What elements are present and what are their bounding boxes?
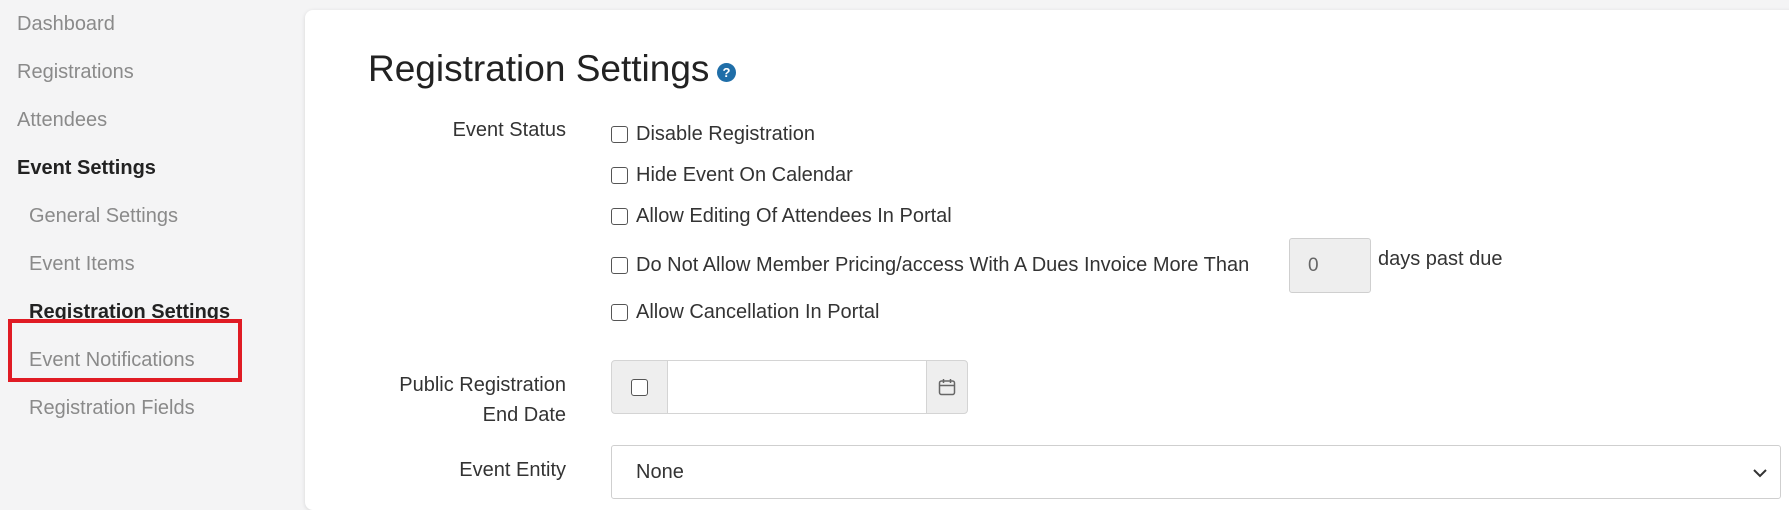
end-date-enable-addon[interactable] <box>611 360 668 414</box>
member-pricing-option[interactable]: Do Not Allow Member Pricing/access With … <box>611 254 1249 277</box>
question-circle-icon[interactable]: ? <box>717 63 736 82</box>
event-entity-value: None <box>636 461 684 483</box>
sidebar-item-registration-fields[interactable]: Registration Fields <box>29 397 195 420</box>
sidebar-item-dashboard[interactable]: Dashboard <box>17 13 115 36</box>
allow-cancellation-checkbox[interactable] <box>611 304 628 321</box>
event-status-label: Event Status <box>452 119 566 141</box>
days-past-due-input[interactable] <box>1289 238 1371 293</box>
public-end-date-label-line1: Public Registration <box>399 374 566 396</box>
member-pricing-checkbox[interactable] <box>611 257 628 274</box>
sidebar-item-registrations[interactable]: Registrations <box>17 61 134 84</box>
chevron-down-icon <box>1753 469 1767 478</box>
hide-event-label: Hide Event On Calendar <box>636 164 853 186</box>
hide-event-option[interactable]: Hide Event On Calendar <box>611 164 853 187</box>
disable-registration-option[interactable]: Disable Registration <box>611 123 815 146</box>
sidebar-item-event-notifications[interactable]: Event Notifications <box>29 349 195 372</box>
end-date-enable-checkbox[interactable] <box>631 378 648 396</box>
disable-registration-label: Disable Registration <box>636 123 815 145</box>
allow-cancellation-option[interactable]: Allow Cancellation In Portal <box>611 301 879 324</box>
days-past-due-label: days past due <box>1378 248 1503 270</box>
public-end-date-label-line2: End Date <box>482 404 566 426</box>
event-entity-label: Event Entity <box>459 459 566 481</box>
hide-event-checkbox[interactable] <box>611 167 628 184</box>
sidebar-item-event-settings[interactable]: Event Settings <box>17 157 156 180</box>
allow-editing-label: Allow Editing Of Attendees In Portal <box>636 205 952 227</box>
event-entity-select[interactable]: None <box>611 445 1781 499</box>
end-date-input[interactable] <box>668 360 926 414</box>
calendar-button[interactable] <box>926 360 968 414</box>
sidebar-item-general-settings[interactable]: General Settings <box>29 205 178 228</box>
member-pricing-label: Do Not Allow Member Pricing/access With … <box>636 254 1250 276</box>
allow-editing-option[interactable]: Allow Editing Of Attendees In Portal <box>611 205 952 228</box>
sidebar-item-event-items[interactable]: Event Items <box>29 253 135 276</box>
disable-registration-checkbox[interactable] <box>611 126 628 143</box>
page-title: Registration Settings <box>368 48 710 89</box>
sidebar-item-attendees[interactable]: Attendees <box>17 109 107 132</box>
sidebar: Dashboard Registrations Attendees Event … <box>0 0 300 502</box>
public-end-date-group <box>611 360 968 414</box>
allow-cancellation-label: Allow Cancellation In Portal <box>636 301 880 323</box>
calendar-icon <box>938 379 956 396</box>
allow-editing-checkbox[interactable] <box>611 208 628 225</box>
